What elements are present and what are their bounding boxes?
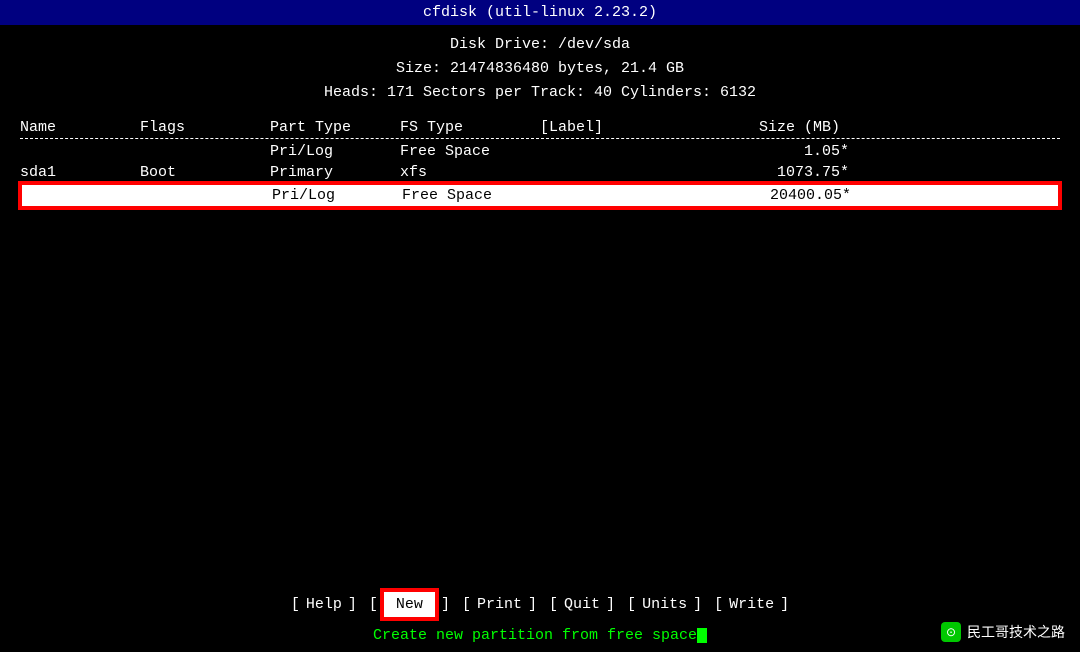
units-label[interactable]: Units xyxy=(640,596,689,613)
menu-units[interactable]: [ Units ] xyxy=(621,596,708,613)
table-rows: Pri/Log Free Space 1.05 * sda1 Boot Prim… xyxy=(20,141,1060,208)
quit-label[interactable]: Quit xyxy=(562,596,602,613)
row3-star: * xyxy=(842,187,862,204)
disk-info: Disk Drive: /dev/sda Size: 21474836480 b… xyxy=(0,25,1080,111)
row2-parttype: Primary xyxy=(270,164,400,181)
disk-drive-line: Disk Drive: /dev/sda xyxy=(0,33,1080,57)
row1-size: 1.05 xyxy=(720,143,840,160)
bottom-bar: [ Help ] [ New ] [ Print ] [ Quit ] xyxy=(0,580,1080,652)
watermark: ⊙ 民工哥技术之路 xyxy=(941,622,1065,642)
table-row[interactable]: sda1 Boot Primary xfs 1073.75 * xyxy=(20,162,1060,183)
cursor xyxy=(697,628,707,643)
bracket-close-2: ] xyxy=(441,596,450,613)
bracket-open-6: [ xyxy=(714,596,723,613)
col-header-size: Size (MB) xyxy=(720,119,840,136)
bracket-close-5: ] xyxy=(693,596,702,613)
menu-print[interactable]: [ Print ] xyxy=(456,596,543,613)
col-header-fstype: FS Type xyxy=(400,119,540,136)
print-label[interactable]: Print xyxy=(475,596,524,613)
help-label[interactable]: Help xyxy=(304,596,344,613)
row1-parttype: Pri/Log xyxy=(270,143,400,160)
bracket-close-3: ] xyxy=(528,596,537,613)
row3-fstype: Free Space xyxy=(402,187,542,204)
col-header-parttype: Part Type xyxy=(270,119,400,136)
row1-star: * xyxy=(840,143,860,160)
disk-size-line: Size: 21474836480 bytes, 21.4 GB xyxy=(0,57,1080,81)
row2-fstype: xfs xyxy=(400,164,540,181)
disk-geometry-line: Heads: 171 Sectors per Track: 40 Cylinde… xyxy=(0,81,1080,105)
row2-flags: Boot xyxy=(140,164,270,181)
bracket-open-3: [ xyxy=(462,596,471,613)
col-header-name: Name xyxy=(20,119,140,136)
menu-new[interactable]: [ New ] xyxy=(363,590,456,619)
terminal-window: cfdisk (util-linux 2.23.2) Disk Drive: /… xyxy=(0,0,1080,652)
bracket-open-2: [ xyxy=(369,596,378,613)
bracket-open-4: [ xyxy=(549,596,558,613)
bracket-close-4: ] xyxy=(606,596,615,613)
table-row-selected[interactable]: Pri/Log Free Space 20400.05 * xyxy=(20,183,1060,208)
bracket-open-1: [ xyxy=(291,596,300,613)
row3-size: 20400.05 xyxy=(722,187,842,204)
partition-table: Name Flags Part Type FS Type [Label] Siz… xyxy=(20,117,1060,208)
write-label[interactable]: Write xyxy=(727,596,776,613)
title-text: cfdisk (util-linux 2.23.2) xyxy=(423,4,657,21)
new-label[interactable]: New xyxy=(382,590,437,619)
status-line: Create new partition from free space xyxy=(0,627,1080,644)
menu-bar: [ Help ] [ New ] [ Print ] [ Quit ] xyxy=(0,590,1080,619)
row1-fstype: Free Space xyxy=(400,143,540,160)
row2-size: 1073.75 xyxy=(720,164,840,181)
watermark-text: 民工哥技术之路 xyxy=(967,622,1065,642)
menu-help[interactable]: [ Help ] xyxy=(285,596,363,613)
table-header: Name Flags Part Type FS Type [Label] Siz… xyxy=(20,117,1060,139)
row3-parttype: Pri/Log xyxy=(272,187,402,204)
bracket-close-1: ] xyxy=(348,596,357,613)
row2-name: sda1 xyxy=(20,164,140,181)
col-header-flags: Flags xyxy=(140,119,270,136)
status-text: Create new partition from free space xyxy=(373,627,697,644)
menu-quit[interactable]: [ Quit ] xyxy=(543,596,621,613)
col-header-label: [Label] xyxy=(540,119,720,136)
wechat-icon: ⊙ xyxy=(941,622,961,642)
bracket-open-5: [ xyxy=(627,596,636,613)
row2-star: * xyxy=(840,164,860,181)
menu-write[interactable]: [ Write ] xyxy=(708,596,795,613)
table-row[interactable]: Pri/Log Free Space 1.05 * xyxy=(20,141,1060,162)
bracket-close-6: ] xyxy=(780,596,789,613)
title-bar: cfdisk (util-linux 2.23.2) xyxy=(0,0,1080,25)
